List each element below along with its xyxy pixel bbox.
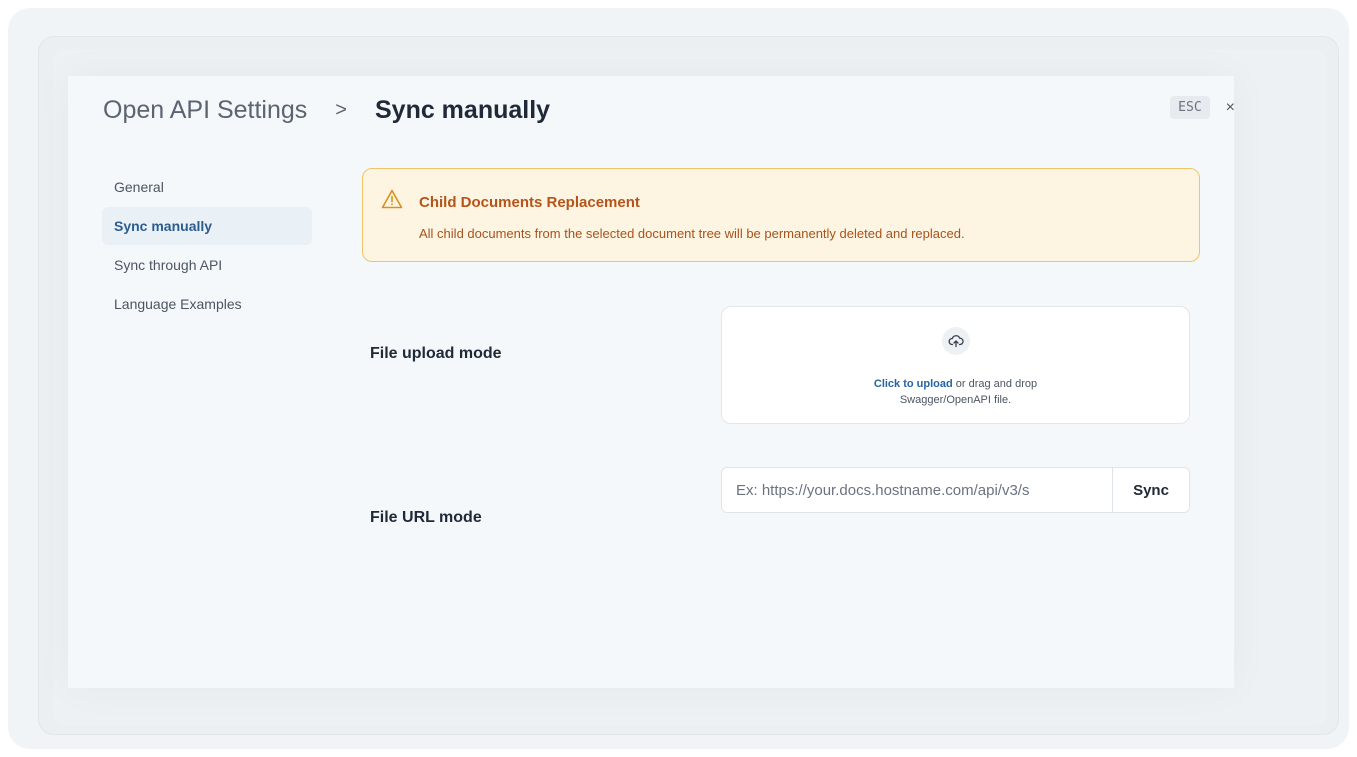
dropzone-text: Click to upload or drag and drop Swagger… xyxy=(722,376,1189,408)
close-icon[interactable]: × xyxy=(1226,99,1235,117)
chevron-right-icon: > xyxy=(335,98,347,121)
esc-close-group: ESC × xyxy=(1170,96,1235,119)
url-input-group: Sync xyxy=(721,467,1190,513)
file-url-input[interactable] xyxy=(722,468,1112,512)
sidebar-item-sync-manually[interactable]: Sync manually xyxy=(102,207,312,245)
settings-sidebar: General Sync manually Sync through API L… xyxy=(102,168,312,324)
sync-button[interactable]: Sync xyxy=(1112,468,1189,512)
warning-triangle-icon xyxy=(381,189,403,209)
click-to-upload-link[interactable]: Click to upload xyxy=(874,378,953,390)
page-title: Sync manually xyxy=(374,95,551,124)
file-upload-mode-label: File upload mode xyxy=(370,345,502,362)
breadcrumb-root[interactable]: Open API Settings xyxy=(103,96,307,125)
file-url-mode-label: File URL mode xyxy=(370,509,482,526)
modal-header: Open API Settings > Sync manually ESC × xyxy=(103,92,1235,128)
esc-badge: ESC xyxy=(1170,96,1210,119)
file-dropzone[interactable]: Click to upload or drag and drop Swagger… xyxy=(721,306,1190,424)
cloud-upload-icon xyxy=(942,327,970,355)
sidebar-item-general[interactable]: General xyxy=(102,168,312,206)
sidebar-item-sync-through-api[interactable]: Sync through API xyxy=(102,246,312,284)
dropzone-drag-text: or drag and drop xyxy=(952,378,1038,390)
alert-message: All child documents from the selected do… xyxy=(419,226,965,241)
dropzone-filetype-text: Swagger/OpenAPI file. xyxy=(899,394,1012,406)
warning-alert: Child Documents Replacement All child do… xyxy=(362,168,1200,262)
sidebar-item-language-examples[interactable]: Language Examples xyxy=(102,285,312,323)
alert-title: Child Documents Replacement xyxy=(419,194,640,211)
